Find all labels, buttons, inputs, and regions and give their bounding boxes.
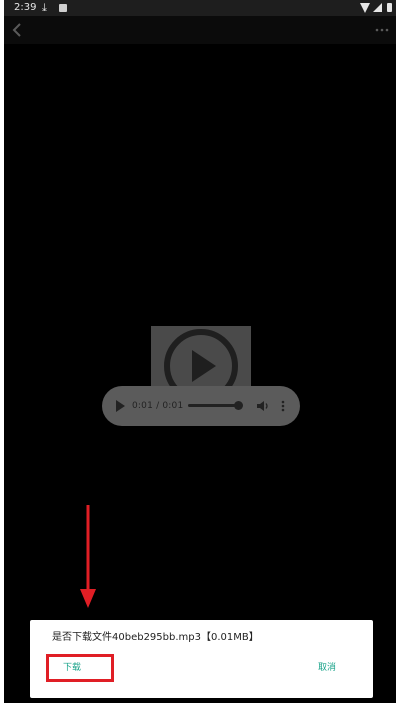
dialog-message: 是否下载文件40beb295bb.mp3【0.01MB】	[52, 632, 259, 643]
back-arrow-icon	[12, 23, 21, 37]
volume-icon	[257, 401, 268, 411]
audio-time: 0:01 / 0:01	[132, 401, 184, 411]
status-bar: 2:39 ⤓	[4, 0, 396, 16]
volume-button[interactable]	[256, 399, 270, 413]
audio-progress-track[interactable]	[188, 404, 238, 407]
back-button[interactable]	[8, 20, 28, 40]
vertical-dots-icon	[281, 400, 285, 412]
status-time: 2:39	[14, 2, 37, 13]
audio-menu-button[interactable]	[280, 399, 286, 413]
audio-progress-thumb[interactable]	[234, 401, 243, 410]
audio-play-button[interactable]	[116, 400, 125, 412]
battery-icon	[387, 3, 392, 12]
media-area: 0:01 / 0:01	[4, 44, 396, 703]
wifi-icon	[360, 3, 370, 13]
toolbar	[4, 16, 396, 44]
red-arrow-annotation	[78, 505, 98, 609]
signal-icon	[373, 3, 382, 12]
download-dialog: 是否下载文件40beb295bb.mp3【0.01MB】 下载 取消	[30, 620, 373, 698]
photo-icon	[59, 4, 67, 12]
app-screen: 2:39 ⤓ 0:01 / 0:01 是否下载文件40beb295bb.mp3【…	[4, 0, 396, 703]
more-icon	[375, 28, 389, 32]
more-button[interactable]	[372, 20, 392, 40]
cancel-button[interactable]: 取消	[318, 660, 336, 676]
download-icon: ⤓	[42, 1, 47, 14]
audio-player: 0:01 / 0:01	[102, 386, 300, 426]
download-button[interactable]: 下载	[46, 654, 114, 682]
arrow-down-icon	[80, 505, 96, 608]
